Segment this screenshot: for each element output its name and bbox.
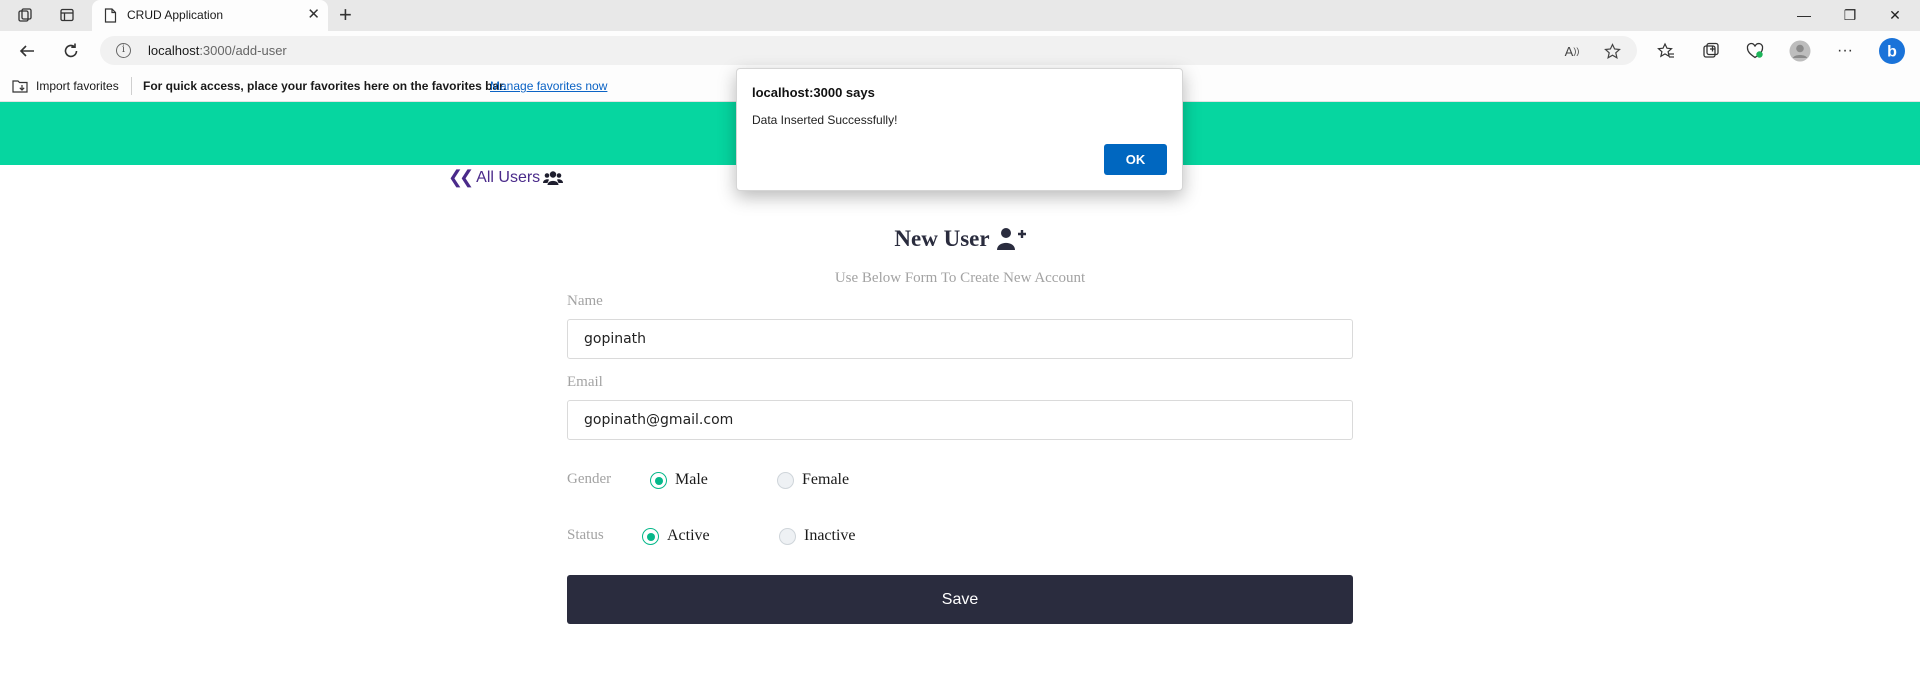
page-icon xyxy=(104,8,117,28)
ok-button[interactable]: OK xyxy=(1104,144,1167,175)
dialog-message: Data Inserted Successfully! xyxy=(752,113,898,127)
manage-favorites-link[interactable]: Manage favorites now xyxy=(490,79,607,93)
all-users-label: All Users xyxy=(476,168,541,186)
all-users-link[interactable]: ❮❮ All Users xyxy=(448,167,564,188)
url-text: localhost:3000/add-user xyxy=(148,43,287,58)
status-active-label: Active xyxy=(667,527,710,544)
alert-dialog: localhost:3000 says Data Inserted Succes… xyxy=(736,68,1183,191)
email-label: Email xyxy=(567,374,603,390)
status-inactive-radio[interactable] xyxy=(779,528,796,545)
email-input[interactable] xyxy=(567,400,1353,440)
info-icon[interactable]: i xyxy=(116,43,131,58)
address-bar: i localhost:3000/add-user A)) ··· b xyxy=(0,31,1920,71)
form-title-text: New User xyxy=(894,226,990,251)
browser-essentials-icon[interactable] xyxy=(1744,40,1766,62)
add-favorite-icon[interactable] xyxy=(1603,42,1621,60)
favorites-icon[interactable] xyxy=(1655,40,1677,62)
window-close-icon[interactable]: ✕ xyxy=(1880,5,1910,25)
svg-text:b: b xyxy=(1887,44,1897,61)
close-icon[interactable]: ✕ xyxy=(307,6,320,24)
import-favorites-label: Import favorites xyxy=(36,79,119,93)
minimize-icon[interactable]: — xyxy=(1789,5,1819,25)
workspaces-icon[interactable] xyxy=(16,6,34,24)
gender-male-label: Male xyxy=(675,471,708,488)
users-icon xyxy=(543,170,564,185)
name-input[interactable] xyxy=(567,319,1353,359)
user-plus-icon xyxy=(996,228,1026,250)
status-active-radio[interactable] xyxy=(642,528,659,545)
copilot-icon[interactable]: b xyxy=(1878,37,1906,65)
tab-actions-icon[interactable] xyxy=(58,6,76,24)
restore-icon[interactable]: ❐ xyxy=(1835,5,1865,25)
gender-label: Gender xyxy=(567,471,612,487)
collections-icon[interactable] xyxy=(1700,40,1722,62)
url-field[interactable]: i localhost:3000/add-user A)) xyxy=(100,36,1637,65)
gender-female-radio[interactable] xyxy=(777,472,794,489)
read-aloud-icon[interactable]: A)) xyxy=(1563,42,1581,60)
form-subtitle: Use Below Form To Create New Account xyxy=(834,270,1086,286)
active-tab[interactable]: CRUD Application ✕ xyxy=(92,0,328,31)
tab-bar: CRUD Application ✕ + — ❐ ✕ xyxy=(0,0,1920,31)
divider xyxy=(131,77,132,95)
new-tab-icon[interactable]: + xyxy=(339,4,352,26)
folder-icon xyxy=(12,80,28,93)
tab-title: CRUD Application xyxy=(127,8,224,22)
favorites-message: For quick access, place your favorites h… xyxy=(143,79,507,93)
dialog-title: localhost:3000 says xyxy=(752,85,875,100)
import-favorites-button[interactable]: Import favorites xyxy=(12,79,119,93)
more-icon[interactable]: ··· xyxy=(1834,40,1856,62)
gender-male-radio[interactable] xyxy=(650,472,667,489)
profile-icon[interactable] xyxy=(1789,40,1811,62)
back-icon[interactable] xyxy=(16,40,38,62)
refresh-icon[interactable] xyxy=(60,40,82,62)
status-inactive-label: Inactive xyxy=(804,527,856,544)
gender-female-label: Female xyxy=(802,471,850,488)
save-button[interactable]: Save xyxy=(567,575,1353,624)
name-label: Name xyxy=(567,293,603,309)
status-label: Status xyxy=(567,527,604,543)
double-chevron-left-icon: ❮❮ xyxy=(448,167,474,187)
form-title: New User xyxy=(0,226,1920,252)
